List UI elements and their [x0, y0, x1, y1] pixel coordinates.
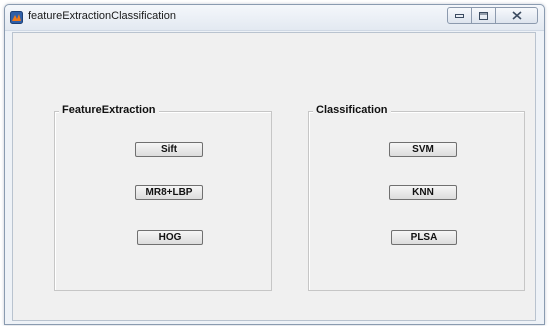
svm-button[interactable]: SVM: [389, 142, 457, 157]
window-title: featureExtractionClassification: [28, 10, 176, 22]
hog-button[interactable]: HOG: [137, 230, 203, 245]
feature-extraction-title: FeatureExtraction: [59, 104, 159, 116]
minimize-icon: [455, 13, 464, 18]
close-button[interactable]: [496, 7, 538, 24]
maximize-button[interactable]: [472, 7, 496, 24]
matlab-icon: [10, 11, 23, 24]
sift-button[interactable]: Sift: [135, 142, 203, 157]
figure-area: FeatureExtraction Sift MR8+LBP HOG Class…: [12, 32, 536, 321]
classification-panel: Classification SVM KNN PLSA: [308, 104, 525, 291]
app-window: featureExtractionClassification FeatureE…: [4, 4, 545, 325]
classification-title: Classification: [313, 104, 391, 116]
window-controls: [447, 7, 538, 24]
minimize-button[interactable]: [447, 7, 472, 24]
close-icon: [511, 11, 522, 20]
feature-extraction-panel: FeatureExtraction Sift MR8+LBP HOG: [54, 104, 272, 291]
maximize-icon: [479, 11, 488, 20]
knn-button[interactable]: KNN: [389, 185, 457, 200]
mr8-lbp-button[interactable]: MR8+LBP: [135, 185, 203, 200]
plsa-button[interactable]: PLSA: [391, 230, 457, 245]
title-bar[interactable]: featureExtractionClassification: [5, 5, 544, 31]
